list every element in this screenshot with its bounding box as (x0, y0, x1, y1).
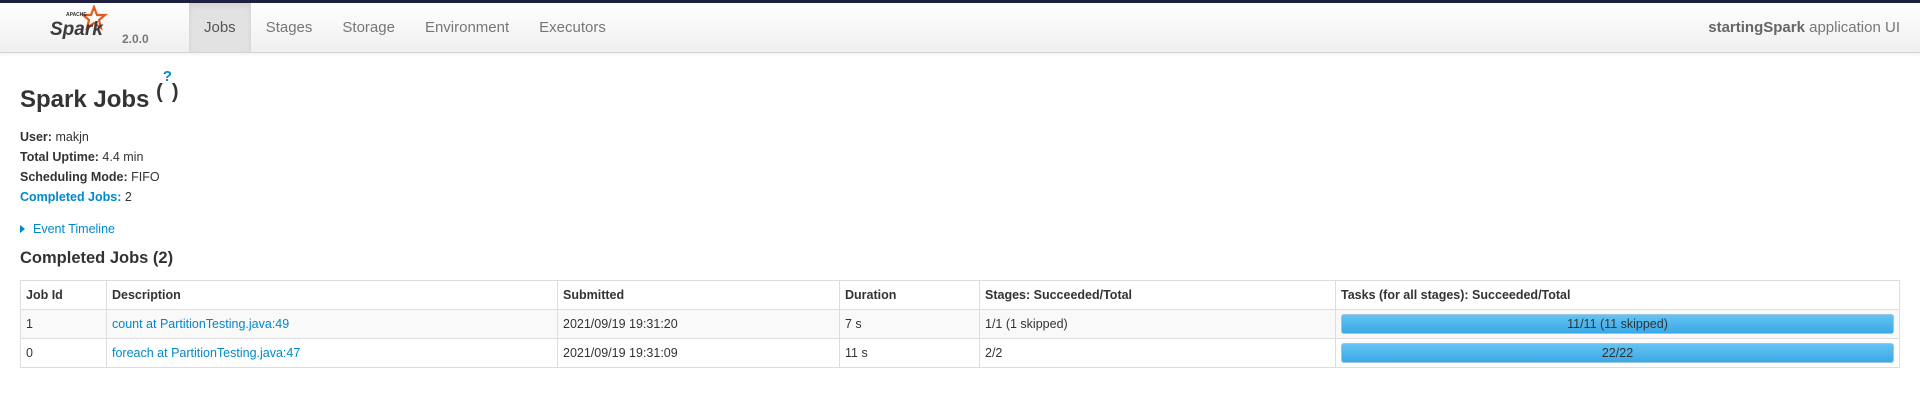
column-header-job-id[interactable]: Job Id (20, 280, 107, 310)
tab-stages[interactable]: Stages (251, 3, 328, 52)
spark-logo-icon: APACHE Spark (50, 5, 109, 40)
tab-storage[interactable]: Storage (327, 3, 410, 52)
column-header-description[interactable]: Description (106, 280, 558, 310)
application-title: startingSpark application UI (1708, 3, 1900, 52)
table-row: 0 foreach at PartitionTesting.java:47 20… (20, 338, 1900, 368)
tasks-progress-bar: 22/22 (1341, 343, 1894, 363)
description-cell: foreach at PartitionTesting.java:47 (106, 338, 558, 368)
job-id-cell: 0 (20, 338, 107, 368)
spark-version: 2.0.0 (122, 32, 149, 46)
app-name: startingSpark (1708, 19, 1805, 36)
help-tooltip: (?) (156, 68, 179, 103)
page-title-text: Spark Jobs (20, 86, 150, 113)
column-header-duration[interactable]: Duration (839, 280, 980, 310)
completed-jobs-heading: Completed Jobs (2) (20, 249, 174, 267)
event-timeline-toggle[interactable]: Event Timeline (20, 222, 115, 236)
uptime-value: 4.4 min (102, 150, 144, 164)
summary-user: User: makjn (20, 127, 160, 147)
scheduling-mode-value: FIFO (131, 170, 160, 184)
submitted-cell: 2021/09/19 19:31:20 (557, 309, 840, 339)
job-description-link[interactable]: count at PartitionTesting.java:49 (112, 317, 289, 331)
tasks-progress-bar: 11/11 (11 skipped) (1341, 314, 1894, 334)
job-id-cell: 1 (20, 309, 107, 339)
column-header-stages[interactable]: Stages: Succeeded/Total (979, 280, 1336, 310)
event-timeline-label: Event Timeline (33, 222, 115, 236)
job-description-link[interactable]: foreach at PartitionTesting.java:47 (112, 346, 300, 360)
summary-uptime: Total Uptime: 4.4 min (20, 147, 160, 167)
brand-name: Spark (50, 19, 104, 40)
stages-cell: 2/2 (979, 338, 1336, 368)
help-link[interactable]: ? (163, 68, 172, 85)
duration-cell: 11 s (839, 338, 980, 368)
uptime-label: Total Uptime: (20, 150, 99, 164)
tab-environment[interactable]: Environment (410, 3, 524, 52)
tasks-progress-label: 22/22 (1601, 346, 1634, 360)
spark-logo[interactable]: APACHE Spark 2.0.0 (38, 5, 158, 51)
tasks-cell: 22/22 (1335, 338, 1900, 368)
brand-tagline: APACHE (66, 12, 87, 18)
column-header-submitted[interactable]: Submitted (557, 280, 840, 310)
column-header-tasks[interactable]: Tasks (for all stages): Succeeded/Total (1335, 280, 1900, 310)
top-navbar: APACHE Spark 2.0.0 Jobs Stages Storage E… (0, 3, 1920, 53)
duration-cell: 7 s (839, 309, 980, 339)
table-row: 1 count at PartitionTesting.java:49 2021… (20, 309, 1900, 339)
scheduling-mode-label: Scheduling Mode: (20, 170, 128, 184)
tab-jobs[interactable]: Jobs (189, 3, 251, 52)
stages-cell: 1/1 (1 skipped) (979, 309, 1336, 339)
user-label: User: (20, 130, 52, 144)
completed-jobs-link[interactable]: Completed Jobs: (20, 190, 121, 204)
main-nav: Jobs Stages Storage Environment Executor… (189, 3, 621, 52)
caret-right-icon (20, 225, 25, 233)
tasks-progress-label: 11/11 (11 skipped) (1567, 317, 1668, 331)
tab-executors[interactable]: Executors (524, 3, 621, 52)
description-cell: count at PartitionTesting.java:49 (106, 309, 558, 339)
summary-scheduling-mode: Scheduling Mode: FIFO (20, 167, 160, 187)
job-summary: User: makjn Total Uptime: 4.4 min Schedu… (20, 127, 160, 207)
user-value: makjn (55, 130, 89, 144)
page-title: Spark Jobs (?) (20, 68, 179, 114)
tasks-cell: 11/11 (11 skipped) (1335, 309, 1900, 339)
summary-completed-jobs: Completed Jobs: 2 (20, 187, 160, 207)
app-suffix: application UI (1809, 19, 1900, 36)
completed-jobs-count: 2 (124, 190, 132, 204)
table-header-row: Job Id Description Submitted Duration St… (20, 280, 1900, 310)
completed-jobs-table: Job Id Description Submitted Duration St… (20, 280, 1900, 368)
submitted-cell: 2021/09/19 19:31:09 (557, 338, 840, 368)
